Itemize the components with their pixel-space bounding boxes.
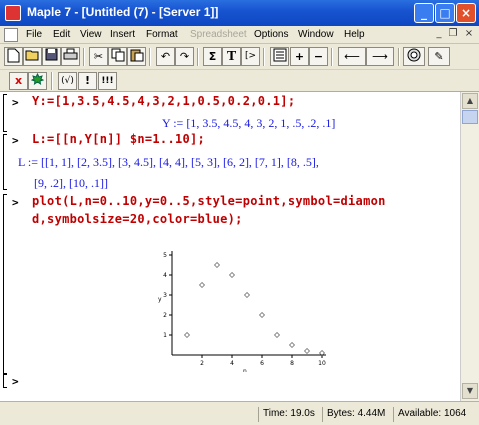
menu-insert[interactable]: Insert xyxy=(110,29,135,40)
data-point xyxy=(274,332,280,338)
output-l-line1: L := [[1, 1], [2, 3.5], [3, 4.5], [4, 4]… xyxy=(18,155,319,169)
status-time: Time: 19.0s xyxy=(258,407,315,422)
document-icon[interactable] xyxy=(4,28,18,42)
right-arrow-icon[interactable]: ⟶ xyxy=(366,47,394,66)
data-point xyxy=(184,332,190,338)
save-icon[interactable] xyxy=(42,47,61,66)
group-bracket[interactable] xyxy=(3,194,7,374)
data-point xyxy=(289,342,295,348)
x-tick-label: 6 xyxy=(260,360,264,367)
y-axis-label: y xyxy=(158,296,162,303)
undo-icon[interactable]: ↶ xyxy=(156,47,175,66)
window-title: Maple 7 - [Untitled (7) - [Server 1]] xyxy=(27,5,219,19)
scroll-down-arrow-icon[interactable]: ▼ xyxy=(462,383,478,399)
group-bracket[interactable] xyxy=(3,374,7,388)
input-line-plot-2[interactable]: d,symbolsize=20,color=blue); xyxy=(32,212,243,226)
menu-edit[interactable]: Edit xyxy=(53,29,70,40)
input-line-y[interactable]: Y:=[1,3.5,4.5,4,3,2,1,0.5,0.2,0.1]; xyxy=(32,94,295,108)
status-bytes: Bytes: 4.44M xyxy=(322,407,385,422)
toolbar-separator xyxy=(331,48,333,66)
doc-minimize-button[interactable]: _ xyxy=(432,28,446,41)
x-tick-label: 8 xyxy=(290,360,294,367)
x-axis-label: n xyxy=(243,368,247,372)
menu-help[interactable]: Help xyxy=(344,29,365,40)
y-tick-label: 3 xyxy=(163,292,167,299)
data-point xyxy=(259,312,265,318)
group-bracket[interactable] xyxy=(3,94,7,132)
status-available: Available: 1064 xyxy=(393,407,466,422)
execute-icon[interactable]: ! xyxy=(78,72,97,90)
worksheet[interactable]: > Y:=[1,3.5,4.5,4,3,2,1,0.5,0.2,0.1]; Y … xyxy=(0,92,460,401)
x-toggle-icon[interactable]: x xyxy=(9,72,28,90)
stop-icon[interactable] xyxy=(403,47,425,66)
doc-close-button[interactable]: × xyxy=(462,28,476,41)
data-point xyxy=(304,348,310,354)
status-bar: Time: 19.0s Bytes: 4.44M Available: 1064 xyxy=(0,401,479,425)
paste-icon[interactable] xyxy=(127,47,146,66)
output-y: Y := [1, 3.5, 4.5, 4, 3, 2, 1, .5, .2, .… xyxy=(162,116,336,130)
title-bar[interactable]: Maple 7 - [Untitled (7) - [Server 1]] _ … xyxy=(0,0,479,26)
x-tick-label: 2 xyxy=(200,360,204,367)
scatter-plot[interactable]: 2 4 6 8 1012345ny xyxy=(150,242,340,372)
scroll-up-arrow-icon[interactable]: ▲ xyxy=(462,93,478,109)
y-tick-label: 5 xyxy=(163,252,167,259)
x-tick-label: 10 xyxy=(318,360,326,367)
empty-prompt[interactable]: > xyxy=(12,375,19,388)
prompt: > xyxy=(12,96,19,109)
check-icon[interactable]: (√) xyxy=(58,72,77,90)
text-icon[interactable]: T xyxy=(222,47,241,66)
plus-icon[interactable]: + xyxy=(290,47,309,66)
toolbar-separator xyxy=(197,48,199,66)
x-tick-label: 4 xyxy=(230,360,234,367)
menu-view[interactable]: View xyxy=(80,29,102,40)
maple-leaf-icon[interactable] xyxy=(28,72,47,90)
y-tick-label: 1 xyxy=(163,332,167,339)
y-tick-label: 4 xyxy=(163,272,167,279)
redo-icon[interactable]: ↷ xyxy=(175,47,194,66)
scroll-thumb[interactable] xyxy=(462,110,478,124)
menu-file[interactable]: File xyxy=(26,29,42,40)
data-point xyxy=(214,262,220,268)
pen-icon[interactable]: ✎ xyxy=(428,47,450,66)
group-bracket[interactable] xyxy=(3,134,7,190)
maple-app-icon[interactable] xyxy=(5,5,21,21)
minimize-button[interactable]: _ xyxy=(414,3,434,23)
prompt: > xyxy=(12,134,19,147)
print-icon[interactable] xyxy=(61,47,80,66)
math-input-icon[interactable]: [> xyxy=(241,47,260,66)
maximize-button[interactable]: □ xyxy=(435,3,455,23)
y-tick-label: 2 xyxy=(163,312,167,319)
context-toolbar: x (√) ! !!! xyxy=(0,70,479,92)
toolbar-separator xyxy=(51,72,53,90)
doc-restore-button[interactable]: ❐ xyxy=(446,28,460,41)
left-arrow-icon[interactable]: ⟵ xyxy=(338,47,366,66)
menu-window[interactable]: Window xyxy=(298,29,334,40)
data-point xyxy=(244,292,250,298)
data-point xyxy=(229,272,235,278)
input-line-l[interactable]: L:=[[n,Y[n]] $n=1..10]; xyxy=(32,132,205,146)
toolbar-separator xyxy=(263,48,265,66)
toolbar-separator xyxy=(149,48,151,66)
vertical-scrollbar[interactable]: ▲ ▼ xyxy=(460,92,479,401)
output-l-line2: [9, .2], [10, .1]] xyxy=(34,176,108,190)
prompt: > xyxy=(12,196,19,209)
menu-bar: File Edit View Insert Format Spreadsheet… xyxy=(0,26,479,44)
close-button[interactable]: × xyxy=(456,3,476,23)
data-point xyxy=(199,282,205,288)
sum-icon[interactable]: Σ xyxy=(203,47,222,66)
minus-icon[interactable]: − xyxy=(309,47,328,66)
toolbar-separator xyxy=(83,48,85,66)
copy-icon[interactable] xyxy=(108,47,127,66)
insert-group-icon[interactable] xyxy=(270,47,289,66)
execute-all-icon[interactable]: !!! xyxy=(98,72,117,90)
open-icon[interactable] xyxy=(23,47,42,66)
new-icon[interactable] xyxy=(4,47,23,66)
menu-spreadsheet: Spreadsheet xyxy=(190,29,247,40)
main-toolbar: ✂ ↶ ↷ Σ T [> + − ⟵ ⟶ ✎ xyxy=(0,44,479,70)
toolbar-separator xyxy=(398,48,400,66)
menu-format[interactable]: Format xyxy=(146,29,178,40)
cut-icon[interactable]: ✂ xyxy=(89,47,108,66)
input-line-plot-1[interactable]: plot(L,n=0..10,y=0..5,style=point,symbol… xyxy=(32,194,386,208)
menu-options[interactable]: Options xyxy=(254,29,288,40)
